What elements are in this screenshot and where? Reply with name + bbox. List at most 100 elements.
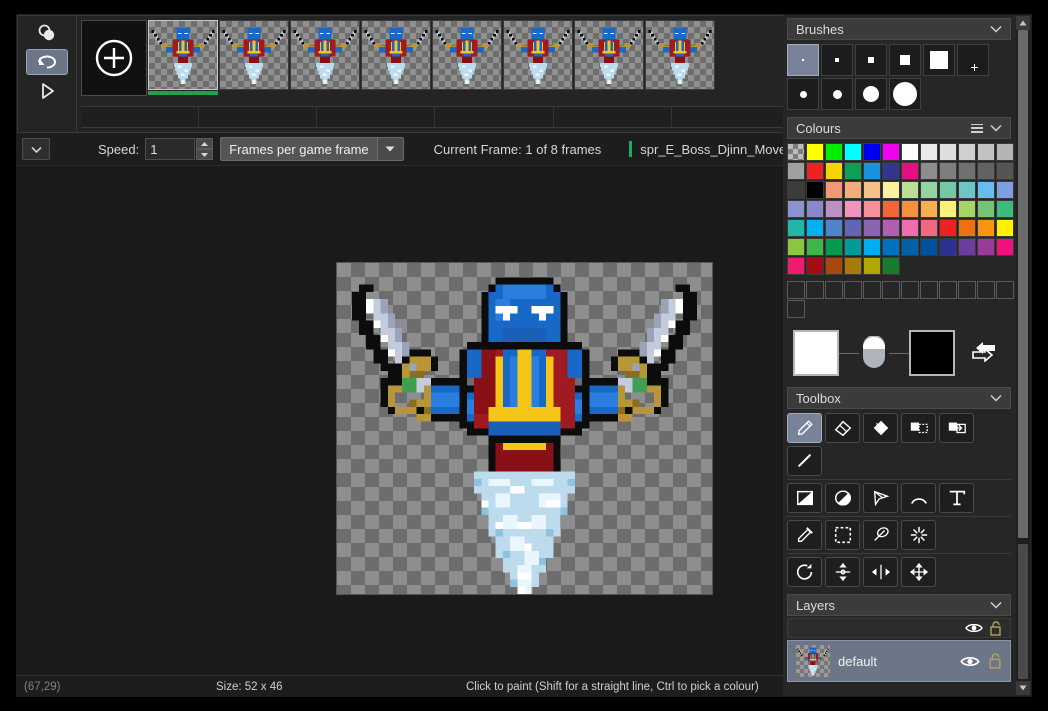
colour-swatch[interactable] xyxy=(863,219,881,237)
onion-skin-button[interactable] xyxy=(26,20,68,46)
colour-swatch[interactable] xyxy=(825,219,843,237)
brush-round-3[interactable] xyxy=(821,78,853,110)
colour-swatch[interactable] xyxy=(863,257,881,275)
colour-swatch[interactable] xyxy=(863,200,881,218)
brushes-panel-header[interactable]: Brushes xyxy=(787,18,1011,40)
colour-swatch[interactable] xyxy=(882,200,900,218)
colour-swatch[interactable] xyxy=(901,143,919,161)
colour-swatch[interactable] xyxy=(863,162,881,180)
colour-swatch[interactable] xyxy=(844,200,862,218)
copy-tool[interactable] xyxy=(901,413,936,443)
colour-swatch[interactable] xyxy=(958,238,976,256)
colour-swatch[interactable] xyxy=(958,162,976,180)
colour-swatch[interactable] xyxy=(806,181,824,199)
colour-swatch[interactable] xyxy=(825,238,843,256)
layer-row[interactable]: default xyxy=(787,640,1011,682)
colour-swatch[interactable] xyxy=(939,143,957,161)
custom-colour-slot[interactable] xyxy=(958,281,976,299)
frame-thumbnail[interactable] xyxy=(645,20,715,102)
text-tool[interactable] xyxy=(939,483,974,513)
colour-swatch[interactable] xyxy=(977,162,995,180)
colour-swatch[interactable] xyxy=(939,200,957,218)
stepper-down[interactable] xyxy=(196,149,213,160)
colour-swatch[interactable] xyxy=(977,219,995,237)
brush-round-2[interactable] xyxy=(787,78,819,110)
colours-menu-icon[interactable] xyxy=(971,124,983,133)
play-button[interactable] xyxy=(26,78,68,104)
stepper-up[interactable] xyxy=(196,138,213,149)
eraser-tool[interactable] xyxy=(825,413,860,443)
select-tool[interactable] xyxy=(825,520,860,550)
colour-swatch[interactable] xyxy=(825,162,843,180)
frame-thumbnail[interactable] xyxy=(503,20,573,102)
custom-colour-slot[interactable] xyxy=(863,281,881,299)
layers-panel-header[interactable]: Layers xyxy=(787,594,1011,616)
brush-square-5[interactable] xyxy=(923,44,955,76)
colour-swatch[interactable] xyxy=(882,181,900,199)
custom-colour-slot[interactable] xyxy=(882,281,900,299)
line-tool[interactable] xyxy=(787,446,822,476)
colour-swatch[interactable] xyxy=(806,257,824,275)
colour-swatch[interactable] xyxy=(825,181,843,199)
colour-swatch[interactable] xyxy=(958,181,976,199)
colour-swatch[interactable] xyxy=(787,200,805,218)
chevron-down-icon[interactable] xyxy=(990,601,1002,609)
custom-colour-slot[interactable] xyxy=(806,281,824,299)
colour-swatch[interactable] xyxy=(977,200,995,218)
colour-swatch[interactable] xyxy=(863,238,881,256)
colour-swatch[interactable] xyxy=(939,238,957,256)
frame-thumbnail[interactable] xyxy=(148,20,218,102)
colour-swatch[interactable] xyxy=(787,162,805,180)
colour-swatch[interactable] xyxy=(787,257,805,275)
colour-swatch[interactable] xyxy=(806,143,824,161)
scroll-thumb[interactable] xyxy=(1018,30,1028,538)
colour-swatch[interactable] xyxy=(958,200,976,218)
colour-swatch[interactable] xyxy=(901,219,919,237)
primary-colour-swatch[interactable] xyxy=(793,330,839,376)
scroll-thumb-lower[interactable] xyxy=(1018,544,1028,679)
brush-round-4[interactable] xyxy=(855,78,887,110)
colour-swatch[interactable] xyxy=(844,143,862,161)
curve-tool[interactable] xyxy=(901,483,936,513)
frame-thumbnail[interactable] xyxy=(432,20,502,102)
colour-swatch[interactable] xyxy=(996,143,1014,161)
colour-swatch[interactable] xyxy=(844,238,862,256)
colour-swatch[interactable] xyxy=(882,219,900,237)
brush-round-1[interactable] xyxy=(957,44,989,76)
colour-swatch[interactable] xyxy=(787,219,805,237)
colour-swatch[interactable] xyxy=(863,143,881,161)
custom-colour-slot[interactable] xyxy=(996,281,1014,299)
colour-swatch[interactable] xyxy=(958,219,976,237)
unlock-icon[interactable] xyxy=(988,653,1002,669)
custom-colour-slot[interactable] xyxy=(920,281,938,299)
colour-swatch[interactable] xyxy=(958,143,976,161)
colour-swatch[interactable] xyxy=(901,162,919,180)
colour-swatch[interactable] xyxy=(901,181,919,199)
unlock-icon[interactable] xyxy=(989,621,1002,636)
polygon-tool[interactable] xyxy=(863,483,898,513)
frame-thumbnail[interactable] xyxy=(219,20,289,102)
brush-square-4[interactable] xyxy=(889,44,921,76)
sprite-canvas[interactable] xyxy=(336,262,713,595)
brush-square-2[interactable] xyxy=(821,44,853,76)
colour-swatch[interactable] xyxy=(920,200,938,218)
speed-stepper[interactable] xyxy=(196,138,213,160)
frame-thumbnail[interactable] xyxy=(290,20,360,102)
colour-swatch[interactable] xyxy=(920,181,938,199)
colour-swatch[interactable] xyxy=(844,162,862,180)
colour-swatch[interactable] xyxy=(825,257,843,275)
colour-swatch[interactable] xyxy=(996,200,1014,218)
colour-swatch[interactable] xyxy=(939,162,957,180)
custom-colour-slot[interactable] xyxy=(825,281,843,299)
colour-swatch[interactable] xyxy=(996,219,1014,237)
scroll-down-button[interactable] xyxy=(1016,681,1030,695)
colour-swatch[interactable] xyxy=(787,181,805,199)
colour-swatch[interactable] xyxy=(844,181,862,199)
colour-swatch[interactable] xyxy=(844,219,862,237)
colour-swatch[interactable] xyxy=(863,181,881,199)
fill-tool[interactable] xyxy=(863,413,898,443)
expand-panel-button[interactable] xyxy=(22,138,50,160)
colour-swatch[interactable] xyxy=(901,238,919,256)
magic-wand-tool[interactable] xyxy=(901,520,936,550)
chevron-down-icon[interactable] xyxy=(990,124,1002,132)
